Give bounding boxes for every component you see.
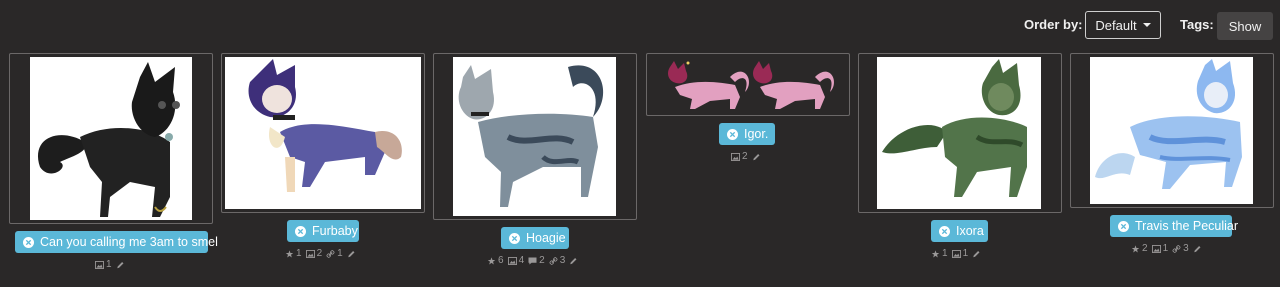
favorites-count: 6 xyxy=(498,255,504,266)
image-icon xyxy=(952,250,961,258)
pencil-icon[interactable] xyxy=(347,250,356,258)
character-name: Furbaby xyxy=(312,224,358,238)
images-count: 2 xyxy=(742,151,748,162)
character-name-button[interactable]: Travis the Peculiar xyxy=(1110,215,1238,237)
star-icon xyxy=(487,257,496,265)
link-icon xyxy=(1172,245,1181,253)
character-thumbnail[interactable] xyxy=(30,57,192,220)
character-stats: 1 1 xyxy=(931,248,981,259)
image-icon xyxy=(306,250,315,258)
character-name-button[interactable]: Furbaby xyxy=(287,220,359,242)
character-stats: 1 xyxy=(95,259,125,270)
favorites-count: 1 xyxy=(296,248,302,259)
link-icon xyxy=(326,250,335,258)
pencil-icon[interactable] xyxy=(972,250,981,258)
remove-icon[interactable] xyxy=(23,236,34,248)
toolbar: Order by: Default Tags: Show xyxy=(0,0,1280,50)
images-count: 1 xyxy=(1162,243,1169,254)
favorites-count: 2 xyxy=(1142,243,1148,254)
images-count: 2 xyxy=(316,248,323,259)
pencil-icon[interactable] xyxy=(569,257,578,265)
pencil-icon[interactable] xyxy=(116,261,125,269)
links-count: 3 xyxy=(559,255,566,266)
remove-icon[interactable] xyxy=(295,225,306,237)
images-count: 4 xyxy=(518,255,525,266)
remove-icon[interactable] xyxy=(727,128,738,140)
images-count: 1 xyxy=(106,259,112,270)
character-name: Ixora xyxy=(956,224,984,238)
order-by-value: Default xyxy=(1095,17,1137,33)
caret-down-icon xyxy=(1142,23,1151,27)
character-name: Travis the Peculiar xyxy=(1135,219,1239,233)
character-name-button[interactable]: Igor. xyxy=(719,123,775,145)
comments-count: 2 xyxy=(539,255,545,266)
character-name: Igor. xyxy=(744,127,769,141)
character-thumbnail[interactable] xyxy=(1090,57,1253,204)
tags-show-button[interactable]: Show xyxy=(1217,12,1273,40)
link-icon xyxy=(549,257,558,265)
character-name-button[interactable]: Hoagie xyxy=(501,227,569,249)
remove-icon[interactable] xyxy=(1118,220,1129,232)
tags-label: Tags: xyxy=(1180,17,1214,32)
character-stats: 6 4 2 3 xyxy=(487,255,578,266)
image-icon xyxy=(95,261,104,269)
image-icon xyxy=(1152,245,1161,253)
star-icon xyxy=(285,250,294,258)
character-name: Hoagie xyxy=(526,231,566,245)
image-icon xyxy=(731,153,740,161)
images-count: 1 xyxy=(962,248,969,259)
links-count: 3 xyxy=(1183,243,1189,254)
character-thumbnail[interactable] xyxy=(877,57,1041,209)
character-stats: 2 1 3 xyxy=(1131,243,1202,254)
favorites-count: 1 xyxy=(942,248,948,259)
star-icon xyxy=(931,250,940,258)
pencil-icon[interactable] xyxy=(752,153,761,161)
star-icon xyxy=(1131,245,1140,253)
character-thumbnail[interactable] xyxy=(453,57,616,216)
remove-icon[interactable] xyxy=(939,225,950,237)
remove-icon[interactable] xyxy=(509,232,520,244)
pencil-icon[interactable] xyxy=(1193,245,1202,253)
order-by-label: Order by: xyxy=(1024,17,1083,32)
image-icon xyxy=(508,257,517,265)
character-name: Can you calling me 3am to smel xyxy=(40,235,218,249)
character-name-button[interactable]: Can you calling me 3am to smel xyxy=(15,231,218,253)
comment-icon xyxy=(528,257,537,265)
order-by-dropdown[interactable]: Default xyxy=(1085,11,1161,39)
character-name-button[interactable]: Ixora xyxy=(931,220,988,242)
character-thumbnail[interactable] xyxy=(650,57,846,112)
links-count: 1 xyxy=(337,248,343,259)
character-thumbnail[interactable] xyxy=(225,57,421,209)
character-stats: 1 2 1 xyxy=(285,248,356,259)
character-stats: 2 xyxy=(731,151,761,162)
